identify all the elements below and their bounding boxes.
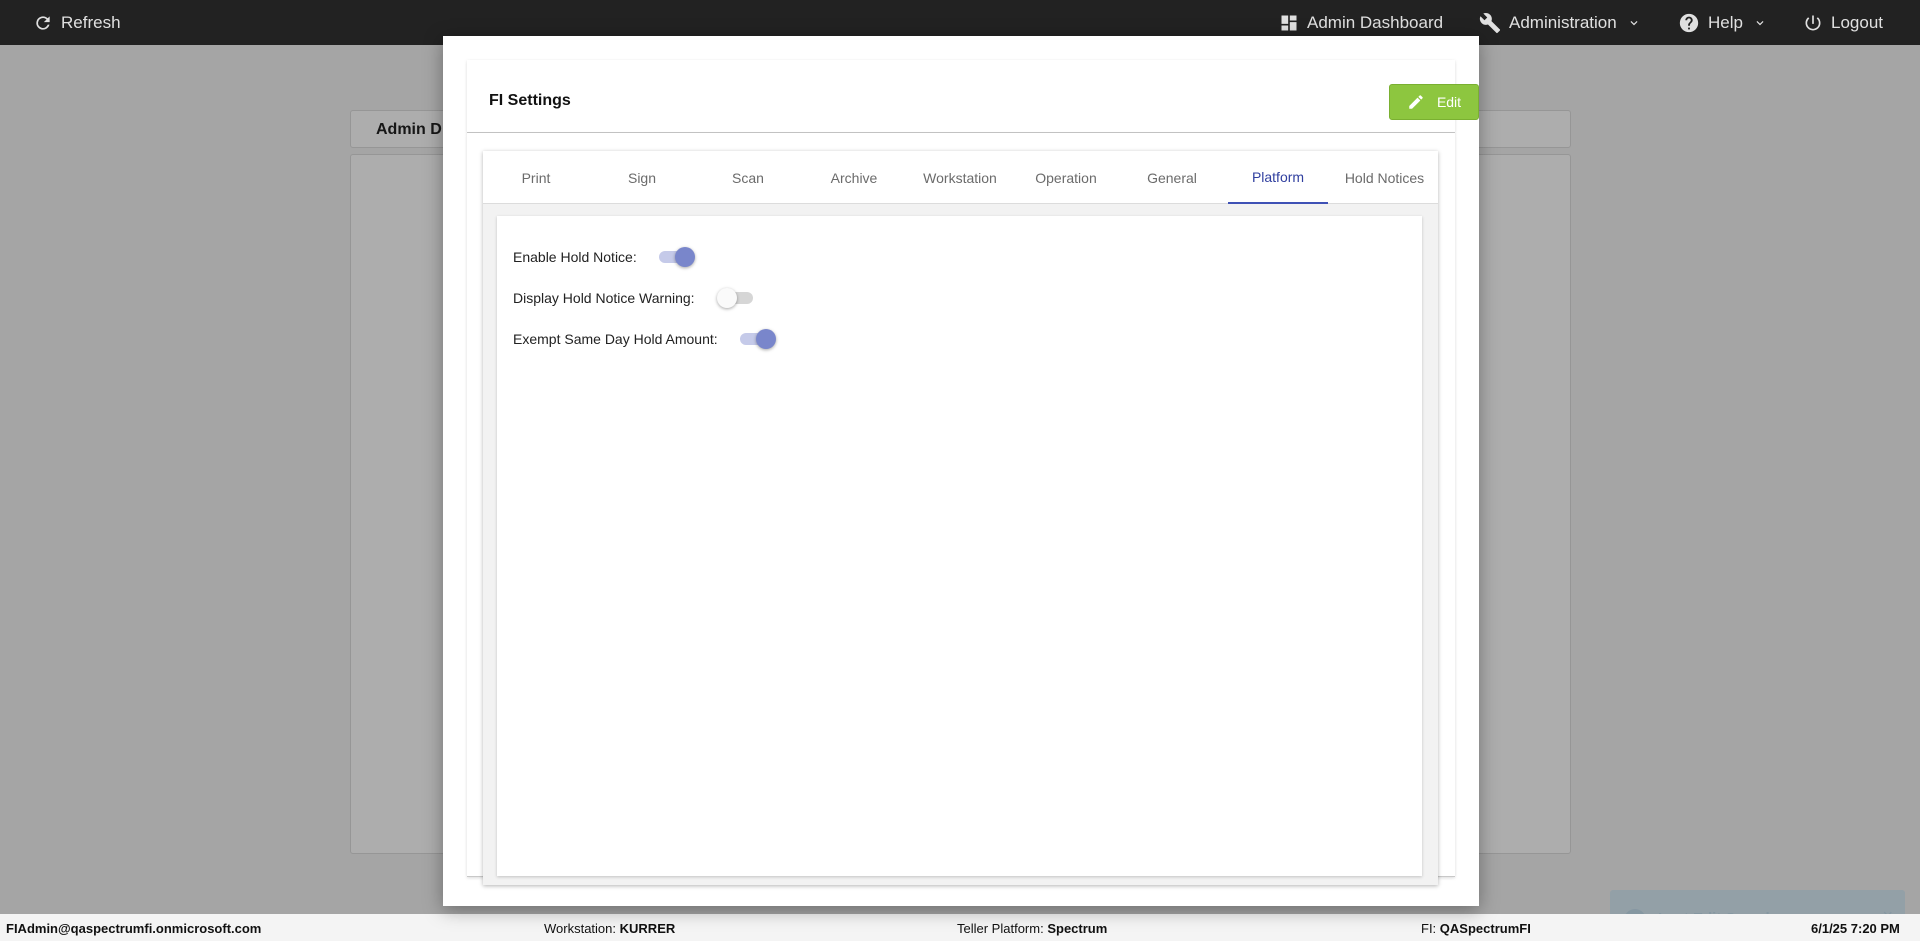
logout-button[interactable]: Logout (1803, 0, 1883, 45)
tab-operation[interactable]: Operation (1013, 151, 1119, 204)
tab-hold-notices[interactable]: Hold Notices (1331, 151, 1438, 204)
help-icon (1679, 13, 1699, 32)
setting-row-display-hold-notice-warning: Display Hold Notice Warning: (513, 288, 755, 308)
refresh-button[interactable]: Refresh (33, 0, 121, 45)
status-user: FIAdmin@qaspectrumfi.onmicrosoft.com (6, 921, 262, 936)
tab-bar: Print Sign Scan Archive Workstation Oper… (483, 151, 1438, 204)
help-menu[interactable]: Help (1678, 0, 1767, 45)
tab-scan[interactable]: Scan (695, 151, 801, 204)
chevron-down-icon (1756, 20, 1764, 25)
dialog-header: FI Settings Edit (467, 60, 1479, 133)
platform-settings-content: Enable Hold Notice: Display Hold Notice … (497, 216, 1422, 876)
setting-label: Display Hold Notice Warning: (513, 290, 695, 306)
setting-row-exempt-same-day-hold-amount: Exempt Same Day Hold Amount: (513, 329, 776, 349)
dashboard-icon (1281, 15, 1297, 30)
display-hold-notice-warning-toggle[interactable] (716, 288, 755, 308)
refresh-label: Refresh (61, 12, 121, 32)
dialog-title: FI Settings (489, 92, 571, 109)
status-fi: FI: QASpectrumFI (1421, 921, 1531, 936)
help-label: Help (1708, 12, 1743, 32)
chevron-down-icon (1630, 20, 1638, 25)
logout-label: Logout (1831, 12, 1883, 32)
edit-label: Edit (1436, 94, 1462, 110)
tab-sign[interactable]: Sign (589, 151, 695, 204)
admin-dashboard-label: Admin Dashboard (1307, 12, 1444, 32)
refresh-icon (36, 15, 50, 30)
setting-label: Enable Hold Notice: (513, 249, 637, 265)
edit-button[interactable]: Edit (1389, 84, 1479, 120)
exempt-same-day-hold-amount-toggle[interactable] (739, 329, 776, 349)
enable-hold-notice-toggle[interactable] (658, 247, 695, 267)
status-bar: FIAdmin@qaspectrumfi.onmicrosoft.com Wor… (0, 914, 1920, 941)
tab-workstation[interactable]: Workstation (907, 151, 1013, 204)
fi-settings-dialog: FI Settings Edit Print Sign Scan Archive… (443, 36, 1479, 906)
tab-platform[interactable]: Platform (1228, 151, 1328, 204)
tab-archive[interactable]: Archive (801, 151, 907, 204)
status-workstation: Workstation: KURRER (544, 921, 676, 936)
tab-general[interactable]: General (1119, 151, 1225, 204)
power-icon (1805, 15, 1821, 30)
status-datetime: 6/1/25 7:20 PM (1811, 921, 1900, 936)
setting-label: Exempt Same Day Hold Amount: (513, 331, 718, 347)
administration-menu[interactable]: Administration (1479, 0, 1641, 45)
wrench-icon (1479, 12, 1501, 33)
pencil-icon (1409, 95, 1423, 109)
tab-print[interactable]: Print (483, 151, 589, 204)
settings-tabs-panel: Print Sign Scan Archive Workstation Oper… (483, 151, 1438, 885)
setting-row-enable-hold-notice: Enable Hold Notice: (513, 247, 695, 267)
dialog-body: Print Sign Scan Archive Workstation Oper… (467, 133, 1455, 885)
status-teller-platform: Teller Platform: Spectrum (957, 921, 1108, 936)
administration-label: Administration (1509, 12, 1617, 32)
